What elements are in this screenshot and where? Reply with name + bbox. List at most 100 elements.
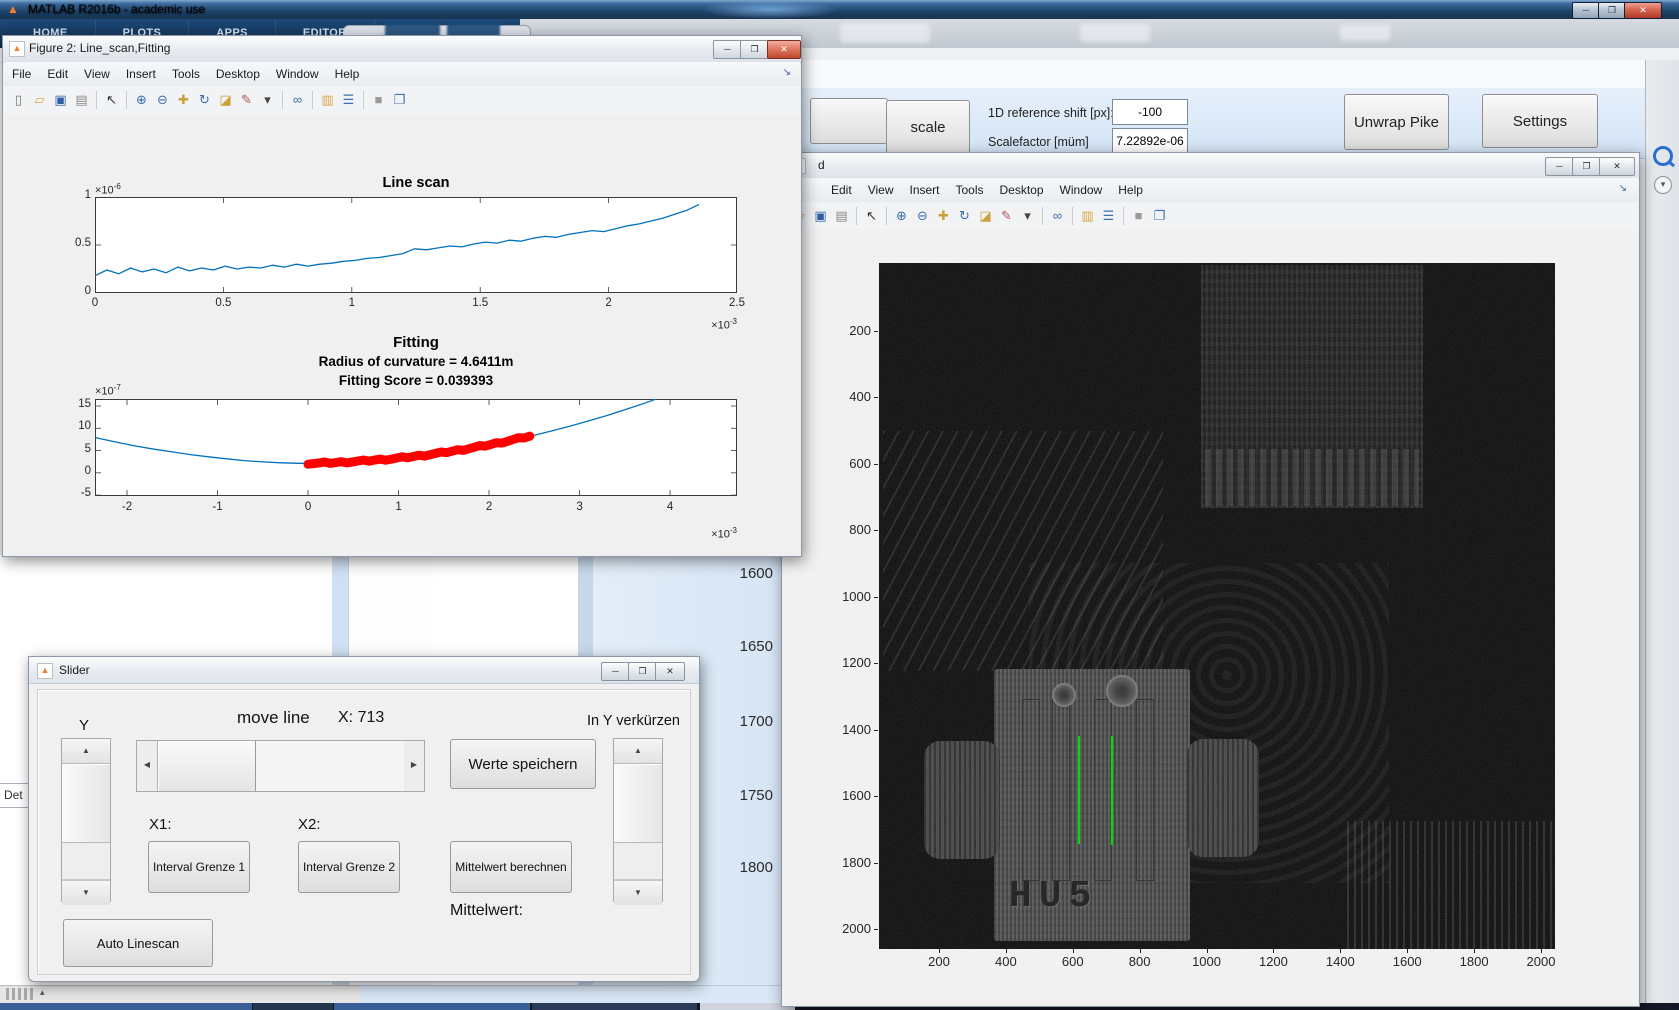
interferogram-image[interactable]: HU5 [879,263,1555,949]
colorbar-icon[interactable]: ▥ [318,91,337,109]
new-document-icon[interactable]: ▯ [9,91,28,109]
link-plots-icon[interactable]: ∞ [1048,207,1067,225]
brush-dropdown-icon[interactable]: ▾ [258,91,277,109]
scale-button[interactable]: scale [886,100,970,155]
menu-help[interactable]: Help [1118,183,1143,197]
unwrap-pike-button[interactable]: Unwrap Pike [1344,94,1449,150]
measurement-line[interactable] [1111,736,1113,845]
close-button[interactable]: ✕ [655,662,685,681]
dock-arrow-icon[interactable]: ↘ [1619,183,1627,194]
dock-arrow-icon[interactable]: ↘ [783,67,791,78]
resize-grip[interactable] [6,988,36,1000]
zoom-in-icon[interactable]: ⊕ [892,207,911,225]
menu-desktop[interactable]: Desktop [1000,183,1044,197]
zoom-in-icon[interactable]: ⊕ [132,91,151,109]
werte-speichern-button[interactable]: Werte speichern [450,739,596,789]
close-button[interactable]: ✕ [1624,2,1662,19]
cursor-icon[interactable]: ↖ [102,91,121,109]
menu-edit[interactable]: Edit [831,183,852,197]
slider-titlebar[interactable] [29,657,699,684]
maximize-button[interactable]: ❐ [628,662,657,681]
move-line-slider[interactable]: ◀ ▶ [136,740,425,792]
open-folder-icon[interactable]: ▱ [30,91,49,109]
y-slider-right[interactable]: ▲ ▼ [613,738,663,902]
grip-arrow-icon[interactable]: ▴ [40,987,45,998]
slider-track[interactable] [614,843,662,880]
save-icon[interactable]: ▣ [811,207,830,225]
zoom-out-icon[interactable]: ⊖ [153,91,172,109]
line-scan-plot[interactable] [95,197,737,293]
pan-icon[interactable]: ✚ [934,207,953,225]
partial-button[interactable] [810,98,888,144]
menu-help[interactable]: Help [335,67,360,81]
ref-shift-input[interactable] [1112,99,1188,125]
close-button[interactable]: ✕ [1599,157,1635,176]
brush-icon[interactable]: ✎ [997,207,1016,225]
taskbar-item[interactable] [532,1003,697,1010]
slider-up-arrow[interactable]: ▲ [614,739,662,764]
menu-view[interactable]: View [868,183,894,197]
menu-window[interactable]: Window [276,67,319,81]
data-cursor-icon[interactable]: ◪ [976,207,995,225]
measurement-line[interactable] [1078,736,1080,845]
taskbar-item[interactable] [334,1003,530,1010]
right-figure-titlebar[interactable] [782,153,1639,179]
menu-view[interactable]: View [84,67,110,81]
scalefactor-input[interactable] [1112,128,1188,154]
link-plots-icon[interactable]: ∞ [288,91,307,109]
rotate-3d-icon[interactable]: ↻ [955,207,974,225]
colorbar-icon[interactable]: ▥ [1078,207,1097,225]
interval-grenze-1-button[interactable]: Interval Grenze 1 [148,841,250,893]
menu-desktop[interactable]: Desktop [216,67,260,81]
panel-icon[interactable]: ■ [1129,207,1148,225]
maximize-button[interactable]: ❐ [1572,157,1601,176]
taskbar-item[interactable] [0,1003,252,1010]
slider-down-arrow[interactable]: ▼ [62,880,110,905]
slider-left-arrow[interactable]: ◀ [137,741,157,791]
save-icon[interactable]: ▣ [51,91,70,109]
menu-edit[interactable]: Edit [47,67,68,81]
mittelwert-berechnen-button[interactable]: Mittelwert berechnen [450,841,572,893]
taskbar-item[interactable] [253,1003,333,1010]
close-button[interactable]: ✕ [767,40,801,59]
panel-icon[interactable]: ■ [369,91,388,109]
menu-file[interactable]: File [12,67,31,81]
menu-tools[interactable]: Tools [956,183,984,197]
menu-tools[interactable]: Tools [172,67,200,81]
y-slider-left[interactable]: ▲ ▼ [61,738,111,902]
brush-icon[interactable]: ✎ [237,91,256,109]
dock-figure-icon[interactable]: ❐ [390,91,409,109]
interval-grenze-2-button[interactable]: Interval Grenze 2 [298,841,400,893]
insert-legend-icon[interactable]: ☰ [339,91,358,109]
settings-button[interactable]: Settings [1482,94,1598,148]
rotate-3d-icon[interactable]: ↻ [195,91,214,109]
insert-legend-icon[interactable]: ☰ [1099,207,1118,225]
minimize-button[interactable]: ─ [601,662,630,681]
slider-thumb[interactable] [157,741,256,791]
fitting-plot[interactable] [95,399,737,496]
minimize-button[interactable]: ─ [1572,2,1600,19]
slider-down-arrow[interactable]: ▼ [614,880,662,905]
menu-insert[interactable]: Insert [126,67,156,81]
print-icon[interactable]: ▤ [832,207,851,225]
minimize-button[interactable]: ─ [713,40,742,59]
cursor-icon[interactable]: ↖ [862,207,881,225]
auto-linescan-button[interactable]: Auto Linescan [63,919,213,967]
slider-track[interactable] [256,741,404,791]
brush-dropdown-icon[interactable]: ▾ [1018,207,1037,225]
slider-up-arrow[interactable]: ▲ [62,739,110,764]
data-cursor-icon[interactable]: ◪ [216,91,235,109]
pan-icon[interactable]: ✚ [174,91,193,109]
slider-thumb[interactable] [614,764,662,843]
search-icon[interactable] [1653,146,1673,166]
maximize-button[interactable]: ❐ [1598,2,1626,19]
minimize-button[interactable]: ─ [1545,157,1574,176]
slider-track[interactable] [62,843,110,880]
maximize-button[interactable]: ❐ [740,40,769,59]
dock-figure-icon[interactable]: ❐ [1150,207,1169,225]
zoom-out-icon[interactable]: ⊖ [913,207,932,225]
menu-window[interactable]: Window [1060,183,1103,197]
chevron-down-icon[interactable]: ▾ [1654,176,1672,194]
slider-right-arrow[interactable]: ▶ [404,741,424,791]
print-icon[interactable]: ▤ [72,91,91,109]
